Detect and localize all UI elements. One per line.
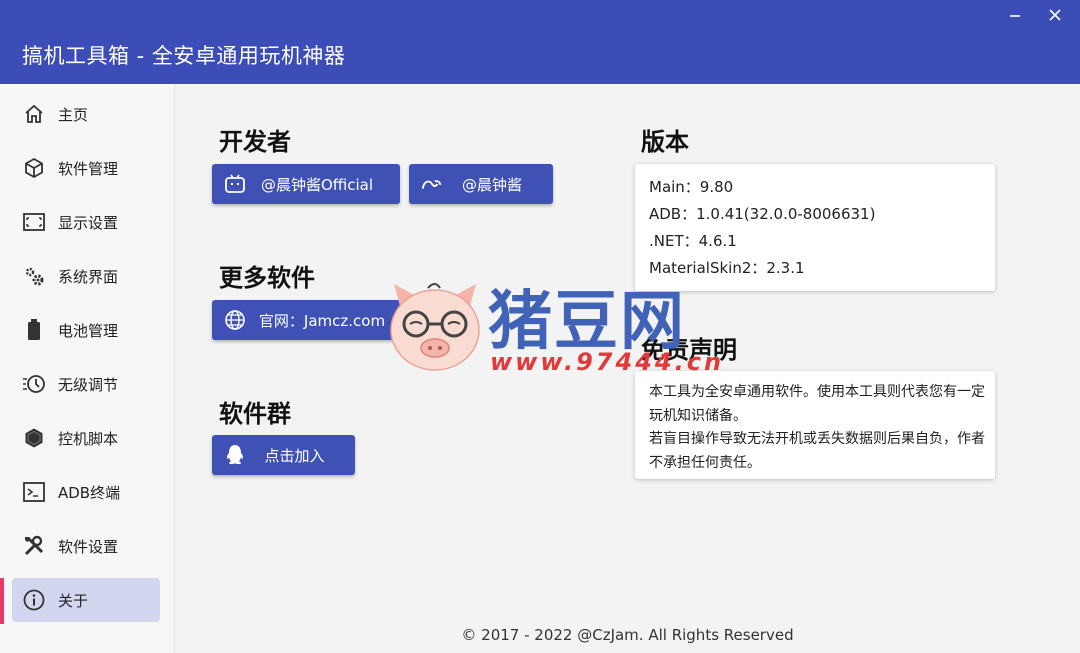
sidebar-item-display[interactable]: 显示设置 xyxy=(12,200,160,244)
version-card: Main：9.80 ADB：1.0.41(32.0.0-8006631) .NE… xyxy=(635,164,995,291)
bilibili-icon xyxy=(224,173,246,195)
info-icon xyxy=(22,588,46,612)
sidebar: 主页 软件管理 显示设置 系统界面 电池管理 无级调节 控机脚本 ADB终端 软… xyxy=(0,84,175,653)
bilibili-label: @晨钟酱Official xyxy=(260,175,374,194)
more-software-title: 更多软件 xyxy=(219,264,315,292)
sidebar-item-label: ADB终端 xyxy=(58,483,121,502)
sidebar-item-home[interactable]: 主页 xyxy=(12,92,160,136)
copyright-footer: © 2017 - 2022 @CzJam. All Rights Reserve… xyxy=(461,626,794,644)
sidebar-item-stepless-adjust[interactable]: 无级调节 xyxy=(12,362,160,406)
sidebar-item-label: 无级调节 xyxy=(58,375,119,394)
disclaimer-line-1: 本工具为全安卓通用软件。使用本工具则代表您有一定玩机知识储备。 xyxy=(649,384,985,424)
version-net: .NET：4.6.1 xyxy=(649,232,737,250)
sidebar-item-software-manage[interactable]: 软件管理 xyxy=(12,146,160,190)
version-materialskin: MaterialSkin2：2.3.1 xyxy=(649,259,805,277)
display-icon xyxy=(22,210,46,234)
sidebar-item-label: 显示设置 xyxy=(58,213,119,232)
active-indicator xyxy=(0,578,4,624)
clock-adjust-icon xyxy=(22,372,46,396)
sidebar-item-label: 软件管理 xyxy=(58,159,119,178)
sidebar-item-label: 控机脚本 xyxy=(58,429,119,448)
close-button[interactable] xyxy=(1046,6,1064,24)
minimize-button[interactable] xyxy=(1006,6,1024,24)
globe-icon xyxy=(224,309,246,331)
join-group-button[interactable]: 点击加入 xyxy=(212,435,355,475)
version-main: Main：9.80 xyxy=(649,178,734,196)
cube-icon xyxy=(22,156,46,180)
tools-icon xyxy=(22,534,46,558)
website-button[interactable]: 官网：Jamcz.com xyxy=(212,300,410,340)
weibo-icon xyxy=(421,173,443,195)
gears-icon xyxy=(22,264,46,288)
minimize-icon xyxy=(1010,15,1020,17)
main-content: 开发者 @晨钟酱Official @晨钟酱 更多软件 官网：Jamcz.com … xyxy=(175,84,1080,653)
disclaimer-card: 本工具为全安卓通用软件。使用本工具则代表您有一定玩机知识储备。 若盲目操作导致无… xyxy=(635,371,995,479)
sidebar-item-control-script[interactable]: 控机脚本 xyxy=(12,416,160,460)
sidebar-item-label: 主页 xyxy=(58,105,89,124)
weibo-button[interactable]: @晨钟酱 xyxy=(409,164,553,204)
sidebar-item-system-ui[interactable]: 系统界面 xyxy=(12,254,160,298)
hexagon-icon xyxy=(22,426,46,450)
sidebar-item-adb-terminal[interactable]: ADB终端 xyxy=(12,470,160,514)
join-group-label: 点击加入 xyxy=(264,446,325,465)
title-bar: 搞机工具箱 - 全安卓通用玩机神器 xyxy=(0,0,1080,84)
sidebar-item-label: 关于 xyxy=(58,591,89,610)
sidebar-item-label: 电池管理 xyxy=(58,321,119,340)
website-label: 官网：Jamcz.com xyxy=(258,311,386,330)
developer-title: 开发者 xyxy=(219,128,291,156)
sidebar-item-battery[interactable]: 电池管理 xyxy=(12,308,160,352)
bilibili-button[interactable]: @晨钟酱Official xyxy=(212,164,400,204)
close-icon xyxy=(1049,9,1061,21)
version-title: 版本 xyxy=(641,128,689,156)
battery-icon xyxy=(22,318,46,342)
weibo-label: @晨钟酱 xyxy=(461,175,522,194)
sidebar-item-about[interactable]: 关于 xyxy=(12,578,160,622)
disclaimer-line-2: 若盲目操作导致无法开机或丢失数据则后果自负，作者不承担任何责任。 xyxy=(649,431,985,471)
sidebar-item-software-settings[interactable]: 软件设置 xyxy=(12,524,160,568)
window-controls xyxy=(1006,6,1064,24)
terminal-icon xyxy=(22,480,46,504)
group-title: 软件群 xyxy=(219,400,291,428)
version-adb: ADB：1.0.41(32.0.0-8006631) xyxy=(649,205,876,223)
sidebar-item-label: 系统界面 xyxy=(58,267,119,286)
app-title: 搞机工具箱 - 全安卓通用玩机神器 xyxy=(22,44,346,68)
disclaimer-text: 本工具为全安卓通用软件。使用本工具则代表您有一定玩机知识储备。 若盲目操作导致无… xyxy=(649,381,989,475)
qq-icon xyxy=(224,444,246,466)
home-icon xyxy=(22,102,46,126)
sidebar-item-label: 软件设置 xyxy=(58,537,119,556)
disclaimer-title: 免责声明 xyxy=(641,336,737,364)
